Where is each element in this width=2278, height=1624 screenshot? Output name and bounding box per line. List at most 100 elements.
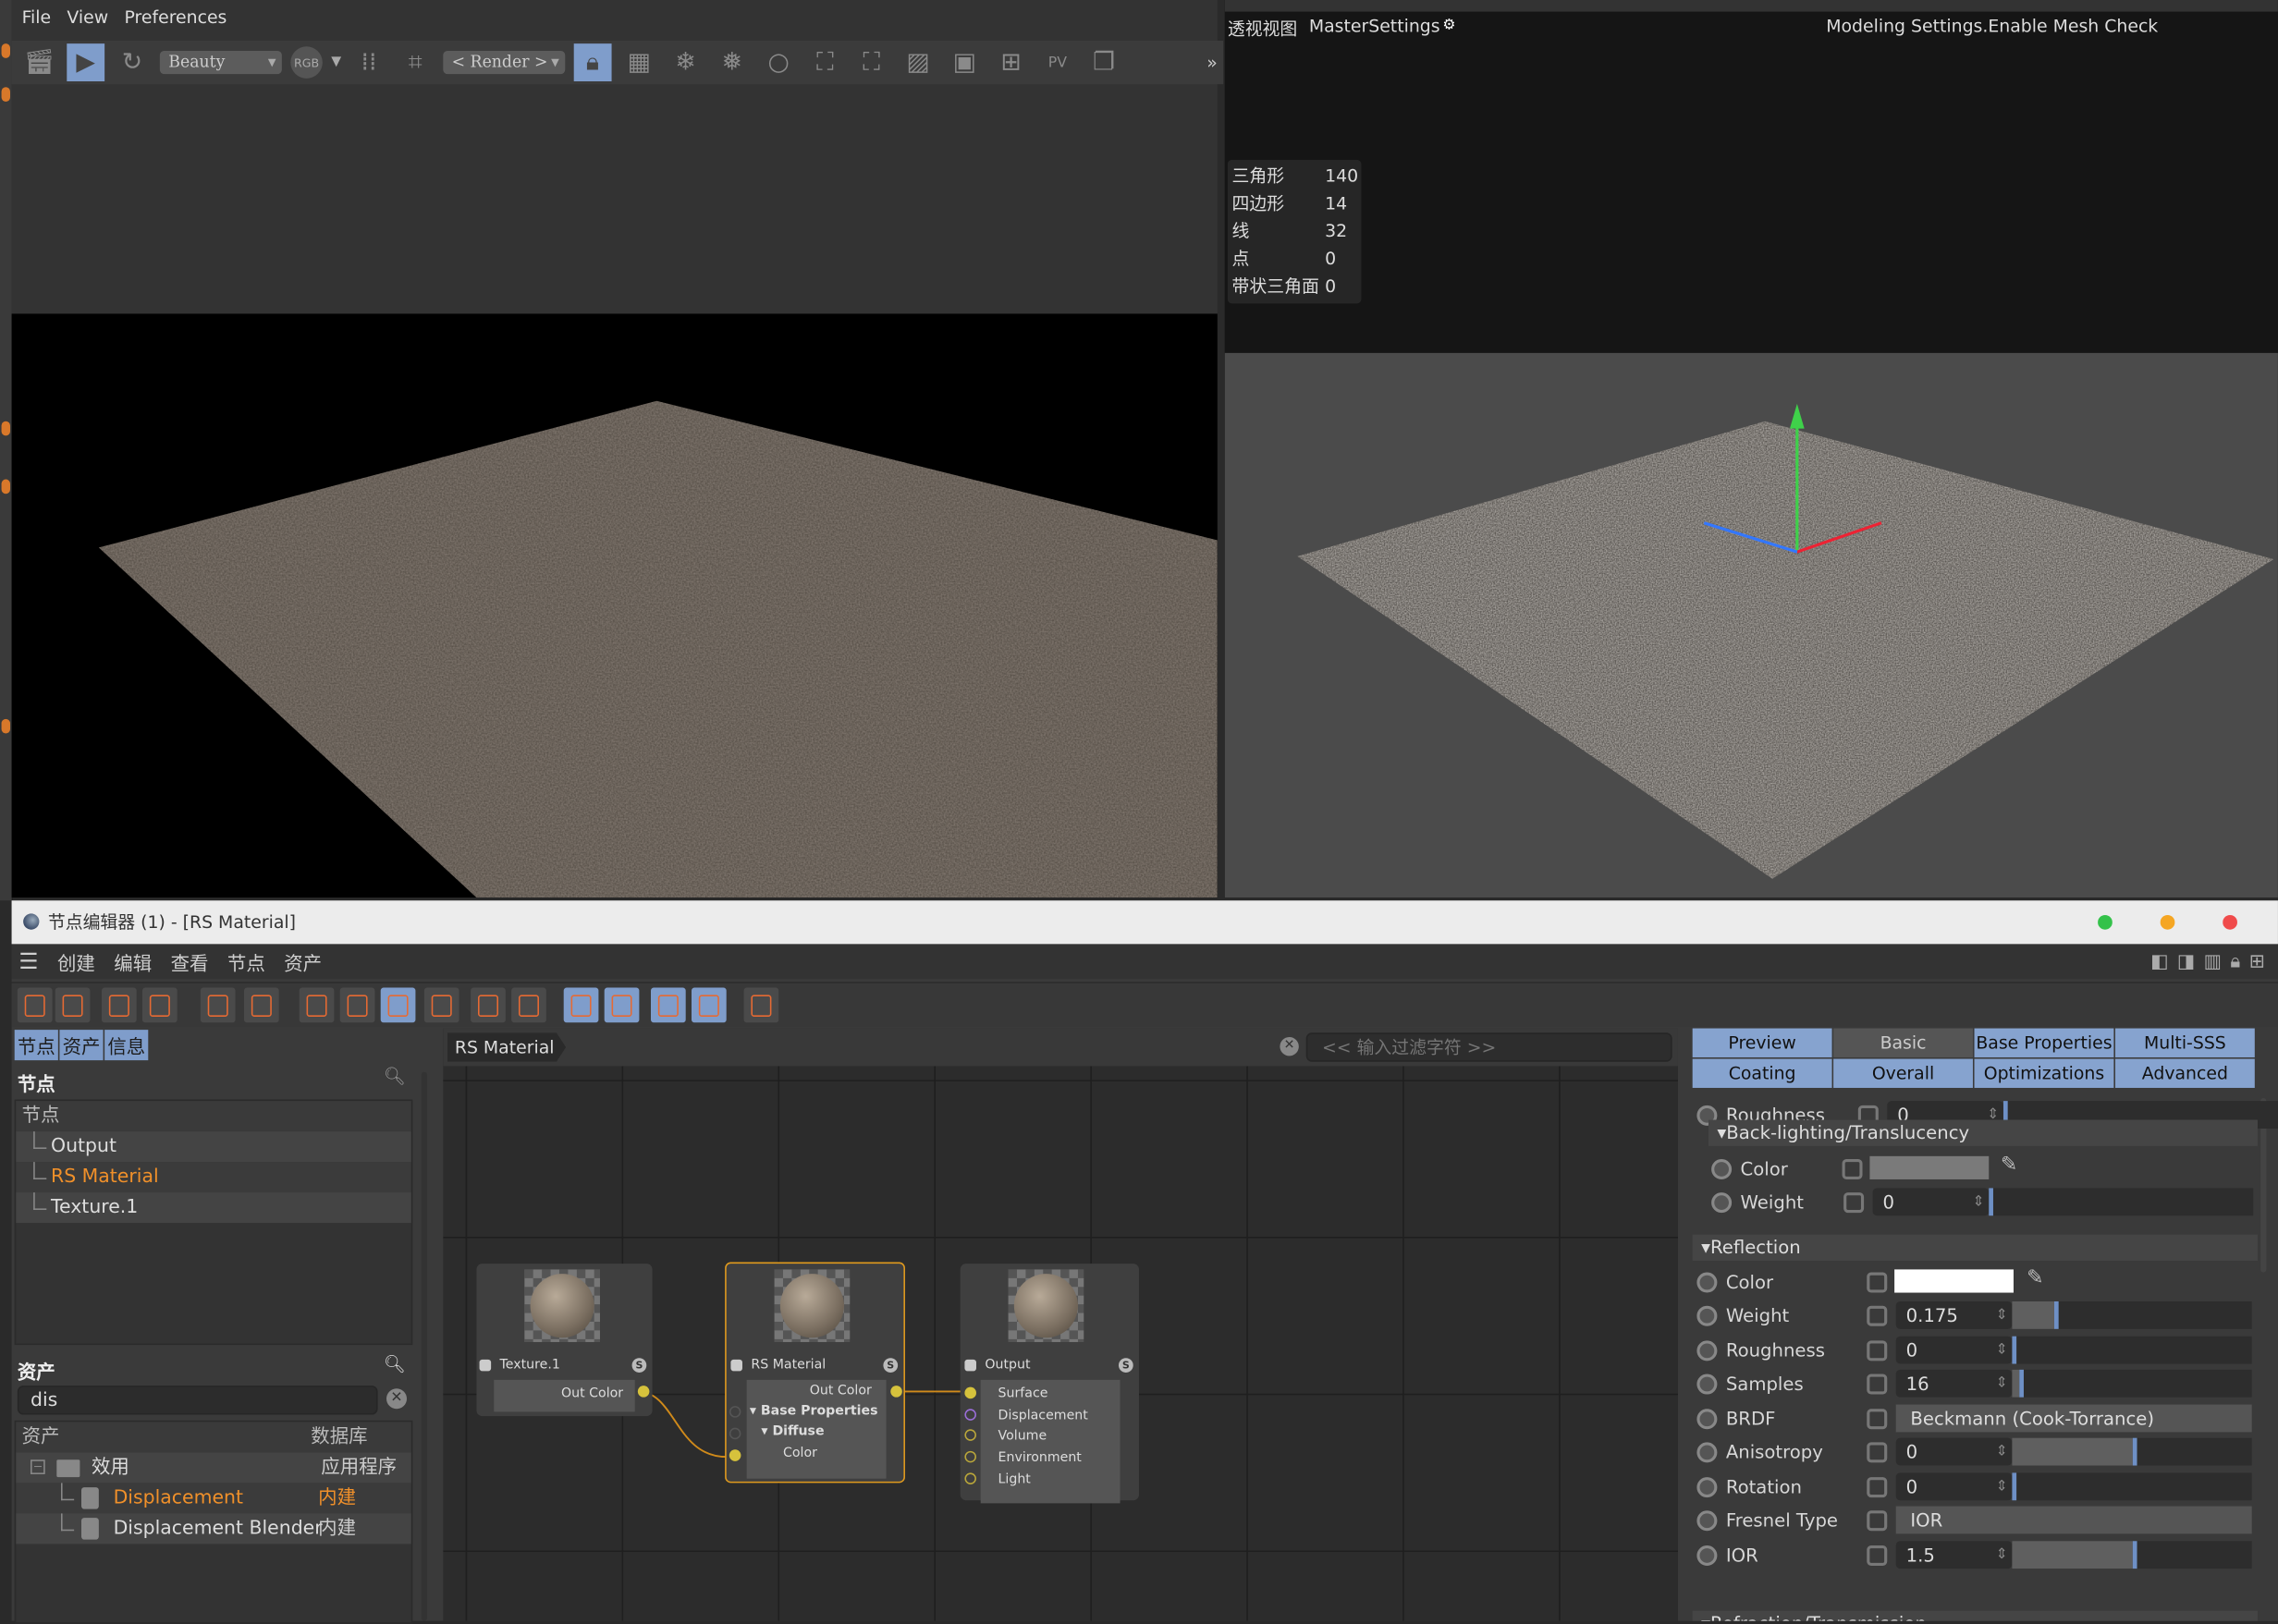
tab-advanced[interactable]: Advanced: [2114, 1058, 2255, 1088]
node-toolbar-button[interactable]: [604, 987, 640, 1023]
tool-icon[interactable]: [1, 43, 10, 58]
group-base-properties[interactable]: ▾ Base Properties: [750, 1405, 878, 1420]
animate-radio[interactable]: [1696, 1339, 1718, 1361]
tab-multi-sss[interactable]: Multi-SSS: [2114, 1028, 2255, 1057]
animate-radio[interactable]: [1711, 1192, 1733, 1214]
node-toolbar-button[interactable]: [200, 987, 236, 1023]
menu-file[interactable]: File: [22, 7, 52, 40]
column-database[interactable]: 数据库: [311, 1422, 367, 1452]
keyframe-toggle[interactable]: [1867, 1339, 1888, 1361]
collapse-icon[interactable]: −: [30, 1459, 45, 1474]
node-toolbar-button[interactable]: [650, 987, 686, 1023]
rgb-channel-button[interactable]: RGB: [290, 46, 323, 79]
tool-icon[interactable]: [1, 87, 10, 102]
solo-icon[interactable]: S: [631, 1358, 647, 1373]
node-toolbar-button[interactable]: [299, 987, 335, 1023]
value-slider[interactable]: [2012, 1437, 2252, 1466]
value-input[interactable]: 0: [1895, 1437, 2013, 1466]
keyframe-toggle[interactable]: [1867, 1408, 1888, 1429]
color-swatch[interactable]: [1869, 1155, 1990, 1179]
left-panel-scrollbar[interactable]: [421, 1071, 427, 1621]
tab-coating[interactable]: Coating: [1692, 1058, 1832, 1088]
pass-dropdown[interactable]: Beauty: [159, 50, 282, 75]
render-target-dropdown[interactable]: < Render >: [443, 50, 566, 75]
layout-icons[interactable]: ◧◨▥🔒︎⊞: [2150, 950, 2273, 972]
tool-icon[interactable]: [1, 479, 10, 495]
node-toolbar-button[interactable]: [511, 987, 546, 1023]
node-toolbar-button[interactable]: [339, 987, 375, 1023]
section-refraction[interactable]: ▾Refraction/Transmission: [1692, 1610, 2258, 1621]
search-icon[interactable]: 🔍︎: [384, 1066, 406, 1086]
node-toolbar-button[interactable]: [691, 987, 727, 1023]
input-port-surface[interactable]: [964, 1386, 976, 1399]
tab-overall[interactable]: Overall: [1833, 1058, 1973, 1088]
keyframe-toggle[interactable]: [1867, 1545, 1888, 1566]
tool-icon[interactable]: [1, 718, 10, 734]
output-port[interactable]: [637, 1386, 650, 1398]
pv-icon[interactable]: PV: [1038, 43, 1076, 81]
node-graph-canvas[interactable]: RS Material ✕ Texture.1 S Out Color: [443, 1028, 1678, 1621]
input-port-displacement[interactable]: [964, 1408, 976, 1421]
maximize-button[interactable]: [2098, 914, 2113, 930]
node-toolbar-button[interactable]: [423, 987, 459, 1023]
menu-preferences[interactable]: Preferences: [124, 7, 227, 40]
dither-icon[interactable]: ⁞⁞: [350, 43, 388, 81]
solo-icon[interactable]: S: [883, 1358, 899, 1373]
animate-radio[interactable]: [1696, 1476, 1718, 1497]
menu-view[interactable]: 查看: [171, 947, 209, 976]
section-reflection[interactable]: ▾Reflection: [1692, 1234, 2258, 1261]
node-toolbar-button[interactable]: [141, 987, 178, 1023]
animate-radio[interactable]: [1711, 1158, 1733, 1179]
eyedropper-icon[interactable]: ✎: [2027, 1266, 2043, 1289]
keyframe-toggle[interactable]: [1867, 1305, 1888, 1326]
node-toolbar-button[interactable]: [380, 987, 416, 1023]
rs-material-node[interactable]: RS Material S Out Color ▾ Base Propertie…: [725, 1262, 905, 1484]
animate-radio[interactable]: [1696, 1374, 1718, 1395]
node-toolbar-button[interactable]: [471, 987, 506, 1023]
keyframe-toggle[interactable]: [1842, 1158, 1863, 1179]
node-toolbar-button[interactable]: [101, 987, 137, 1023]
tab-info[interactable]: 信息: [104, 1030, 149, 1061]
animate-radio[interactable]: [1696, 1408, 1718, 1429]
input-port[interactable]: [729, 1427, 741, 1440]
asset-row[interactable]: Displacement Blender 内建: [16, 1513, 411, 1545]
dropdown-fresnel-type[interactable]: IOR: [1895, 1506, 2252, 1534]
column-asset[interactable]: 资产: [22, 1422, 60, 1452]
output-port[interactable]: [890, 1386, 902, 1398]
camera-name[interactable]: MasterSettings: [1309, 16, 1440, 36]
tab-optimizations[interactable]: Optimizations: [1974, 1058, 2114, 1088]
value-slider[interactable]: [2012, 1540, 2252, 1569]
value-input[interactable]: 0: [1895, 1471, 2013, 1500]
3d-viewport[interactable]: 透视视图 MasterSettings ⚙ Modeling Settings.…: [1224, 0, 2278, 898]
solo-icon[interactable]: S: [1118, 1358, 1133, 1373]
section-backlighting[interactable]: ▾Back-lighting/Translucency: [1708, 1119, 2258, 1146]
value-input[interactable]: 1.5: [1895, 1540, 2013, 1569]
menu-node[interactable]: 节点: [227, 947, 265, 976]
view-name[interactable]: 透视视图: [1228, 16, 1297, 41]
hamburger-icon[interactable]: ☰: [18, 948, 38, 974]
value-slider[interactable]: [2012, 1335, 2252, 1363]
tab-assets[interactable]: 资产: [59, 1030, 104, 1061]
tool-icon[interactable]: [1, 421, 10, 436]
close-button[interactable]: [2223, 914, 2237, 930]
input-port-volume[interactable]: [964, 1429, 976, 1442]
value-input[interactable]: 16: [1895, 1369, 2013, 1398]
tab-preview[interactable]: Preview: [1692, 1028, 1832, 1057]
eyedropper-icon[interactable]: ✎: [2001, 1154, 2017, 1177]
input-port[interactable]: [729, 1406, 741, 1418]
add-snapshot-icon[interactable]: ⊞: [992, 43, 1030, 81]
clear-search-icon[interactable]: ✕: [386, 1388, 407, 1410]
copy-icon[interactable]: ❐: [1085, 43, 1123, 81]
texture-node[interactable]: Texture.1 S Out Color: [476, 1264, 653, 1417]
asset-row[interactable]: Displacement 内建: [16, 1483, 411, 1514]
keyframe-toggle[interactable]: [1867, 1442, 1888, 1463]
overflow-icon[interactable]: »: [1206, 53, 1218, 73]
hatch-icon[interactable]: ▨: [900, 43, 937, 81]
menu-create[interactable]: 创建: [57, 947, 95, 976]
node-toolbar-button[interactable]: [55, 987, 91, 1023]
crop-icon[interactable]: ⌗: [397, 43, 435, 81]
region-icon[interactable]: ⛶: [852, 43, 890, 81]
value-slider[interactable]: [2012, 1471, 2252, 1500]
node-toolbar-button[interactable]: [563, 987, 599, 1023]
input-port-color[interactable]: [729, 1449, 741, 1461]
